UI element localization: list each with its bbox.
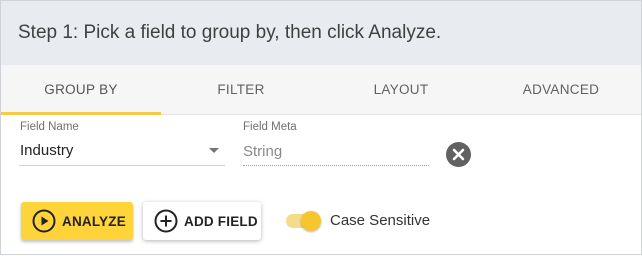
- tab-advanced[interactable]: ADVANCED: [481, 65, 641, 114]
- add-field-button[interactable]: ADD FIELD: [143, 202, 261, 240]
- step-header: Step 1: Pick a field to group by, then c…: [1, 1, 641, 65]
- toggle-thumb: [301, 211, 321, 231]
- plus-circle-icon: [154, 209, 178, 233]
- close-circle-icon: [452, 148, 465, 161]
- tab-bar: GROUP BY FILTER LAYOUT ADVANCED: [1, 65, 641, 115]
- field-row: Field Name Industry Field Meta String: [1, 115, 641, 177]
- tab-filter[interactable]: FILTER: [161, 65, 321, 114]
- clear-field-button[interactable]: [446, 142, 471, 167]
- tab-layout[interactable]: LAYOUT: [321, 65, 481, 114]
- field-name-underline: [19, 165, 225, 166]
- case-sensitive-toggle[interactable]: [286, 211, 322, 231]
- play-circle-icon: [32, 209, 56, 233]
- field-meta-underline: [243, 165, 429, 166]
- field-meta-label: Field Meta: [243, 121, 297, 133]
- field-name-value: Industry: [20, 142, 74, 159]
- field-name-label: Field Name: [20, 121, 79, 133]
- tab-group-by[interactable]: GROUP BY: [1, 65, 161, 115]
- step-title: Step 1: Pick a field to group by, then c…: [18, 22, 442, 43]
- group-by-panel: Step 1: Pick a field to group by, then c…: [0, 0, 642, 255]
- analyze-label: ANALYZE: [62, 213, 126, 229]
- action-row: ANALYZE ADD FIELD Case Sensitive: [1, 177, 641, 256]
- case-sensitive-label: Case Sensitive: [330, 212, 431, 229]
- add-field-label: ADD FIELD: [184, 213, 258, 229]
- field-meta-value: String: [243, 143, 283, 160]
- caret-down-icon: [209, 148, 219, 153]
- analyze-button[interactable]: ANALYZE: [21, 202, 133, 240]
